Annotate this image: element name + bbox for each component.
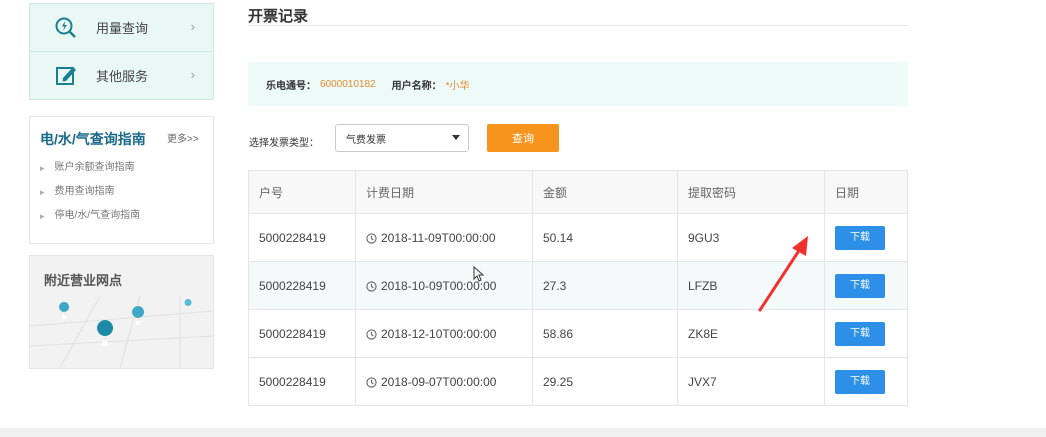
bullet-icon: ▸ bbox=[40, 187, 45, 197]
column-header: 提取密码 bbox=[677, 170, 825, 214]
map-pin-icon bbox=[97, 320, 114, 360]
clock-icon bbox=[366, 280, 377, 292]
table-row: 5000228419 2018-12-10T00:00:00 58.86 ZK8… bbox=[248, 309, 908, 358]
billing-date-cell: 2018-10-09T00:00:00 bbox=[355, 261, 533, 310]
guide-list-item[interactable]: ▸ 停电/水/气查询指南 bbox=[40, 209, 140, 233]
title-divider bbox=[248, 25, 908, 26]
search-icon bbox=[54, 16, 78, 40]
action-cell: 下载 bbox=[824, 357, 908, 406]
query-button[interactable]: 查询 bbox=[487, 124, 559, 152]
column-header: 日期 bbox=[824, 170, 908, 214]
mouse-cursor-icon bbox=[473, 266, 485, 282]
bullet-icon: ▸ bbox=[40, 211, 45, 221]
bullet-icon: ▸ bbox=[40, 163, 45, 173]
page-title: 开票记录 bbox=[248, 8, 309, 25]
table-header-row: 户号 计费日期 金额 提取密码 日期 bbox=[248, 170, 908, 214]
invoice-type-select[interactable]: 气费发票 bbox=[335, 124, 469, 152]
guide-title: 电/水/气查询指南 bbox=[40, 131, 146, 147]
invoice-type-selected: 气费发票 bbox=[346, 134, 386, 146]
account-label: 乐电通号： bbox=[266, 80, 316, 92]
sidebar-item-label: 用量查询 bbox=[96, 21, 149, 36]
edit-icon bbox=[54, 64, 78, 88]
column-header: 计费日期 bbox=[355, 170, 533, 214]
clock-icon bbox=[366, 376, 377, 388]
user-value: *小华 bbox=[445, 80, 470, 92]
column-header: 户号 bbox=[248, 170, 356, 214]
map-pin-icon bbox=[184, 299, 192, 318]
amount-cell: 27.3 bbox=[532, 261, 678, 310]
column-header: 金额 bbox=[532, 170, 678, 214]
clock-icon bbox=[366, 232, 377, 244]
user-label: 用户名称： bbox=[391, 80, 442, 92]
account-value: 6000010182 bbox=[320, 78, 376, 90]
nearby-title: 附近营业网点 bbox=[44, 273, 123, 288]
nearby-outlets-panel[interactable]: 附近营业网点 bbox=[29, 255, 214, 369]
map-pin-icon bbox=[59, 302, 70, 328]
account-cell: 5000228419 bbox=[248, 309, 356, 358]
billing-date-cell: 2018-12-10T00:00:00 bbox=[355, 309, 533, 358]
invoice-type-label: 选择发票类型： bbox=[249, 138, 319, 149]
chevron-down-icon bbox=[452, 135, 460, 140]
billing-date-cell: 2018-09-07T00:00:00 bbox=[355, 357, 533, 406]
map-pin-icon bbox=[132, 306, 145, 336]
billing-date-cell: 2018-11-09T00:00:00 bbox=[355, 213, 533, 262]
query-guide-panel: 电/水/气查询指南 更多>> ▸ 账户余额查询指南 ▸ 费用查询指南 ▸ 停电/水/气… bbox=[29, 116, 214, 244]
sidebar-item-label: 其他服务 bbox=[96, 69, 149, 84]
action-cell: 下载 bbox=[824, 261, 908, 310]
guide-list-item[interactable]: ▸ 费用查询指南 bbox=[40, 185, 140, 209]
annotation-arrow-icon bbox=[758, 236, 808, 312]
clock-icon bbox=[366, 328, 377, 340]
download-button[interactable]: 下载 bbox=[835, 225, 885, 250]
download-button[interactable]: 下载 bbox=[835, 321, 885, 346]
download-button[interactable]: 下载 bbox=[835, 369, 885, 394]
action-cell: 下载 bbox=[824, 213, 908, 262]
amount-cell: 58.86 bbox=[532, 309, 678, 358]
table-row: 5000228419 2018-09-07T00:00:00 29.25 JVX… bbox=[248, 357, 908, 406]
account-info-bar: 乐电通号： 6000010182 用户名称： *小华 bbox=[248, 62, 908, 106]
sidebar-item-usage-query[interactable]: 用量查询 › bbox=[30, 4, 213, 52]
sidebar-item-other-services[interactable]: 其他服务 › bbox=[30, 52, 213, 99]
guide-list: ▸ 账户余额查询指南 ▸ 费用查询指南 ▸ 停电/水/气查询指南 bbox=[40, 161, 140, 233]
code-cell: ZK8E bbox=[677, 309, 825, 358]
bottom-scroll-bar bbox=[0, 428, 1046, 437]
guide-list-item[interactable]: ▸ 账户余额查询指南 bbox=[40, 161, 140, 185]
account-cell: 5000228419 bbox=[248, 261, 356, 310]
account-cell: 5000228419 bbox=[248, 357, 356, 406]
amount-cell: 50.14 bbox=[532, 213, 678, 262]
chevron-right-icon: › bbox=[190, 67, 195, 82]
chevron-right-icon: › bbox=[190, 19, 195, 34]
guide-more-link[interactable]: 更多>> bbox=[167, 130, 199, 145]
action-cell: 下载 bbox=[824, 309, 908, 358]
code-cell: JVX7 bbox=[677, 357, 825, 406]
amount-cell: 29.25 bbox=[532, 357, 678, 406]
account-cell: 5000228419 bbox=[248, 213, 356, 262]
sidebar-menu: 用量查询 › 其他服务 › bbox=[29, 3, 214, 100]
download-button[interactable]: 下载 bbox=[835, 273, 885, 298]
